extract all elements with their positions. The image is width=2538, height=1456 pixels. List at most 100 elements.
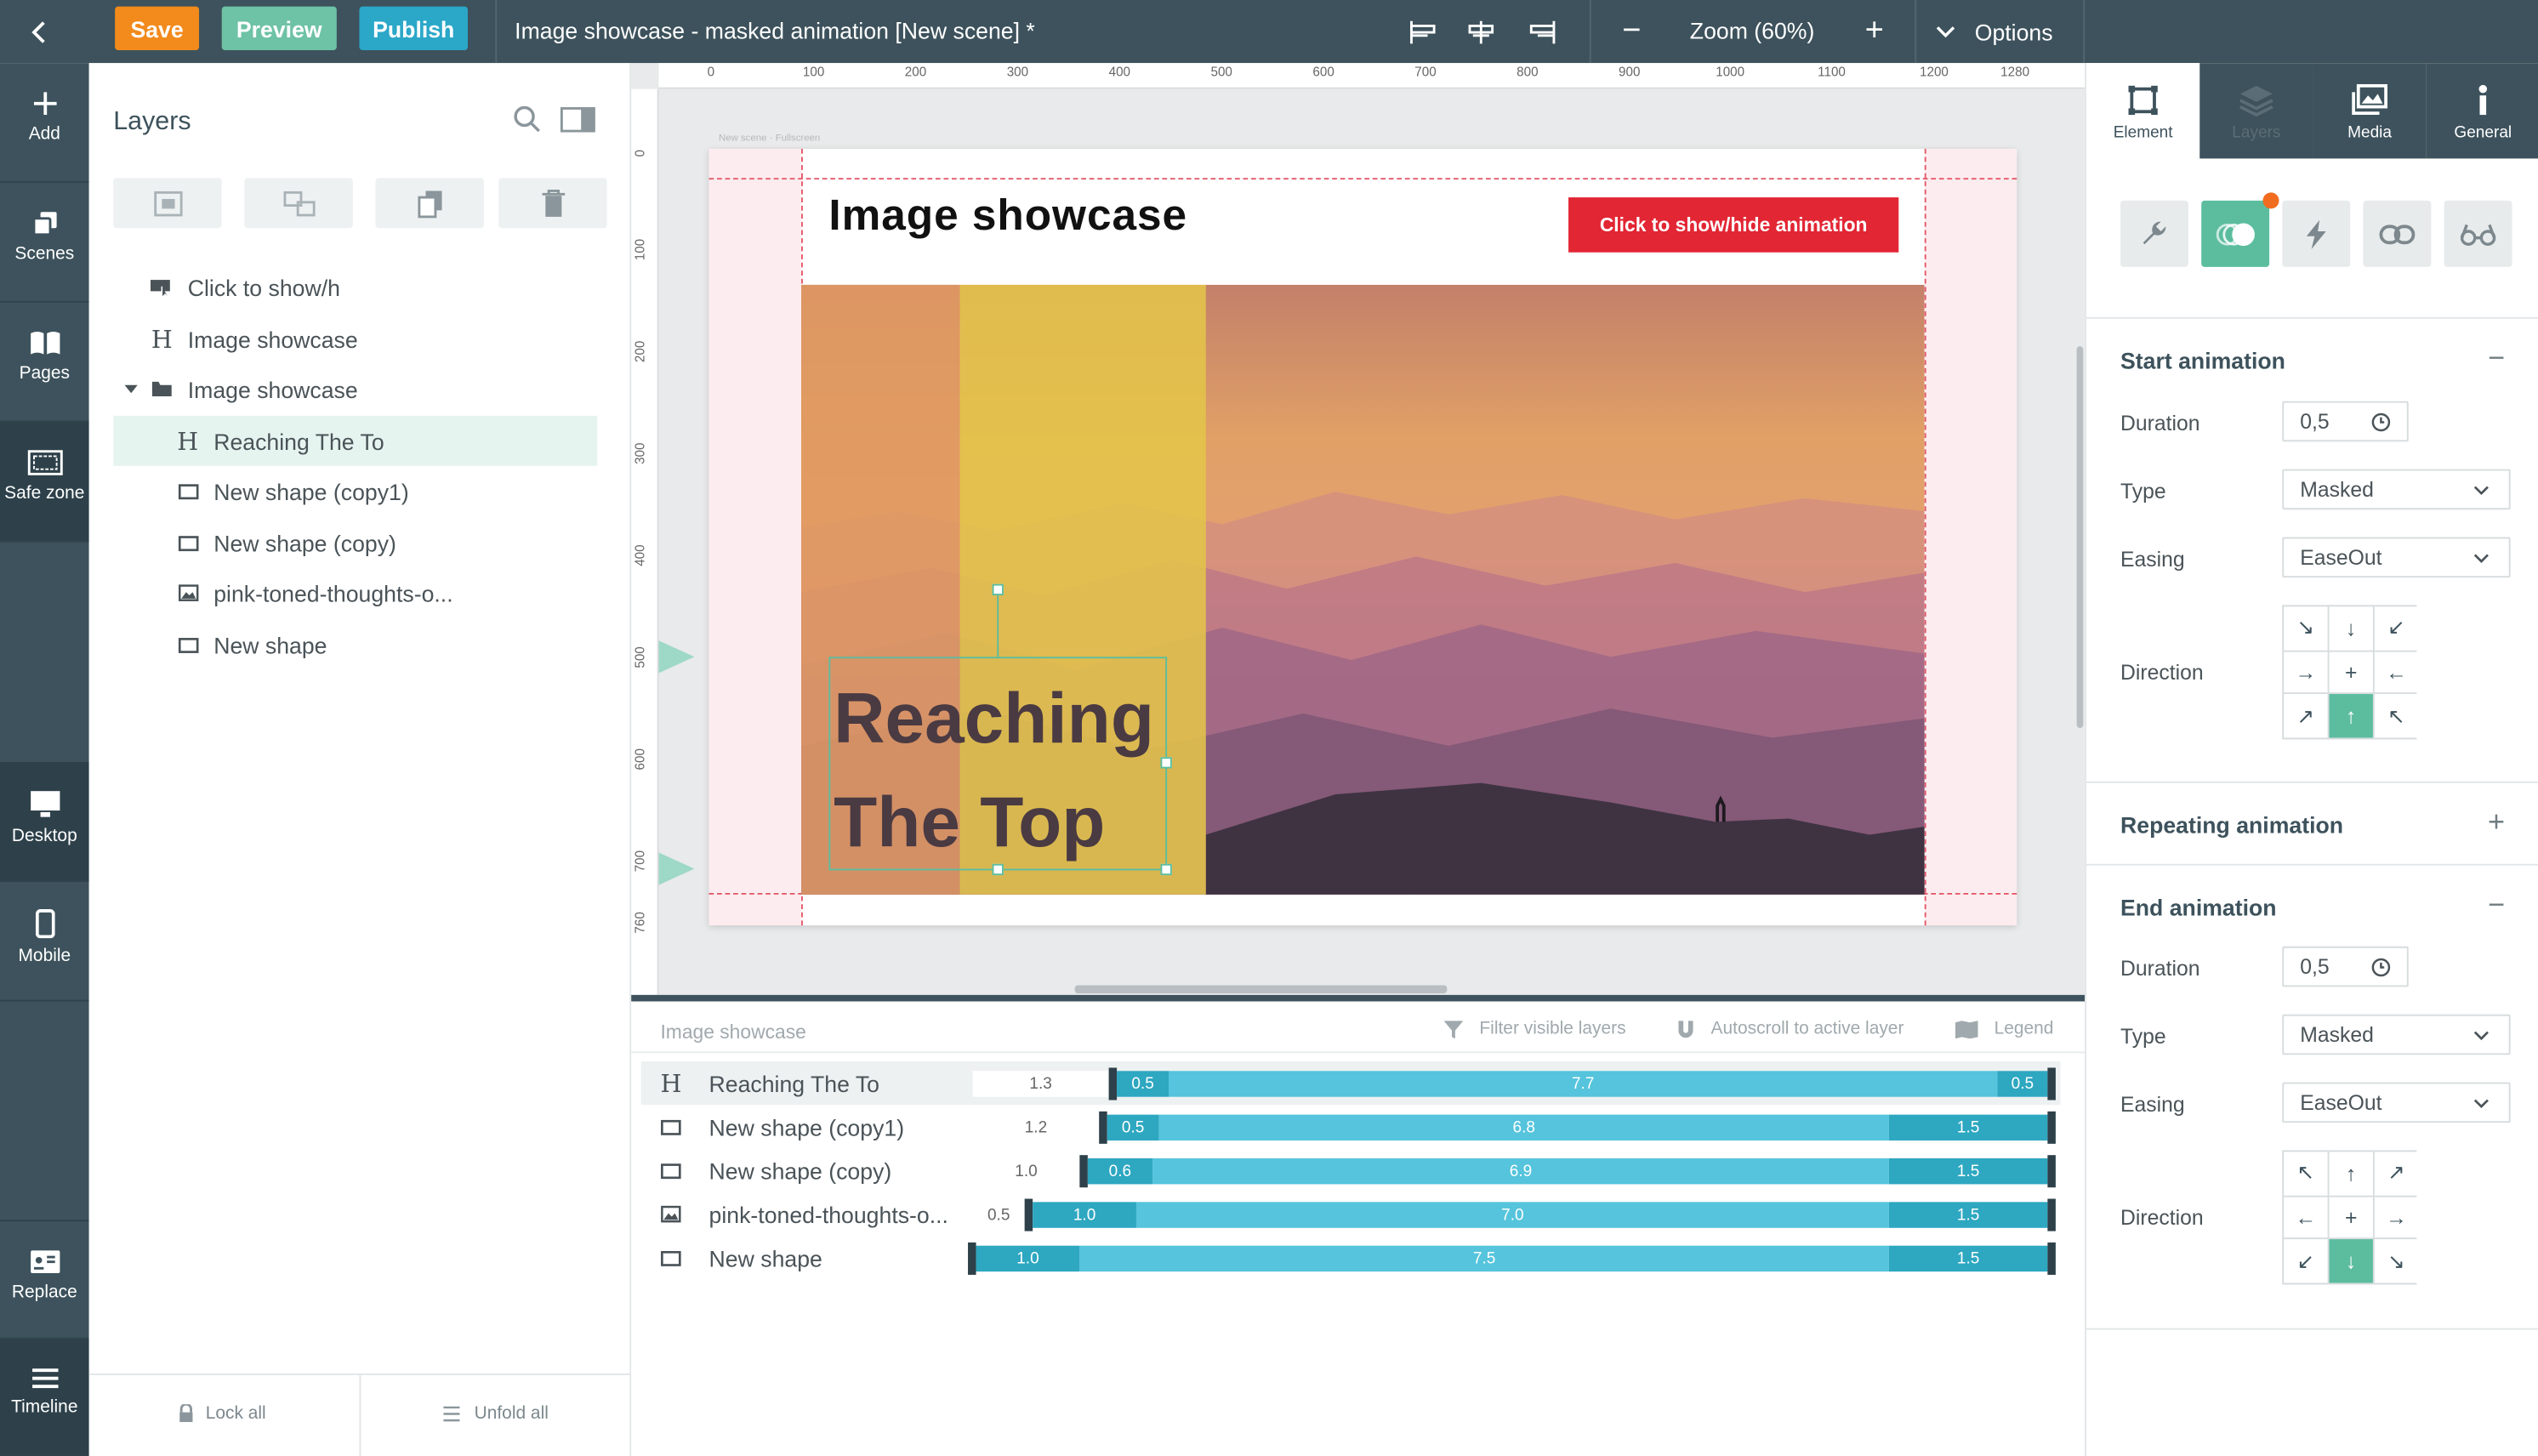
group-button[interactable] <box>113 178 222 229</box>
start-type-select[interactable]: Masked <box>2282 469 2511 510</box>
timeline-track[interactable]: 1.2 0.5 6.8 1.5 <box>972 1105 2077 1148</box>
ungroup-button[interactable] <box>244 178 353 229</box>
direction-arrow-up-left[interactable]: ↖ <box>2284 1152 2328 1196</box>
align-left-button[interactable] <box>1402 0 1443 63</box>
horizontal-scrollbar[interactable] <box>1074 985 1448 993</box>
direction-center[interactable]: + <box>2329 651 2373 693</box>
end-handle[interactable] <box>2047 1198 2056 1231</box>
layer-item[interactable]: New shape (copy) <box>113 518 597 568</box>
timeline-marker-icon[interactable] <box>658 852 695 885</box>
resize-handle[interactable] <box>992 863 1004 876</box>
end-easing-select[interactable]: EaseOut <box>2282 1082 2511 1123</box>
rail-safe-zone[interactable]: Safe zone <box>0 422 89 543</box>
end-handle[interactable] <box>2047 1242 2056 1275</box>
accessibility-tool[interactable] <box>2444 200 2512 267</box>
direction-center[interactable]: + <box>2329 1196 2373 1238</box>
start-animation-segment[interactable]: 0.5 <box>1107 1114 1159 1141</box>
timeline-track[interactable]: 0.5 1.0 7.0 1.5 <box>972 1192 2077 1236</box>
direction-arrow-up[interactable]: ↑ <box>2329 1152 2373 1196</box>
end-type-select[interactable]: Masked <box>2282 1014 2511 1055</box>
rail-replace[interactable]: Replace <box>0 1220 89 1340</box>
animation-tool[interactable] <box>2201 192 2279 267</box>
timeline-row[interactable]: New shape (copy1) 1.2 0.5 6.8 1.5 <box>641 1105 2061 1148</box>
layer-item[interactable]: New shape (copy1) <box>113 466 597 516</box>
delete-button[interactable] <box>498 178 607 229</box>
start-handle[interactable] <box>1024 1198 1033 1231</box>
canvas-area[interactable]: 0 100 200 300 400 500 600 700 800 900 10… <box>631 63 2086 995</box>
start-animation-segment[interactable]: 0.5 <box>1117 1071 1169 1097</box>
visible-segment[interactable]: 7.7 <box>1169 1071 1998 1097</box>
start-handle[interactable] <box>1079 1155 1088 1188</box>
direction-arrow-down[interactable]: ↓ <box>2329 1239 2373 1283</box>
visible-segment[interactable]: 7.0 <box>1135 1202 1889 1228</box>
tab-media[interactable]: Media <box>2313 63 2427 159</box>
resize-handle[interactable] <box>1160 863 1172 876</box>
toggle-panel-button[interactable] <box>560 107 595 141</box>
timeline-track[interactable]: 1.0 0.6 6.9 1.5 <box>972 1149 2077 1192</box>
start-animation-segment[interactable]: 1.0 <box>1033 1202 1136 1228</box>
rail-mobile[interactable]: Mobile <box>0 882 89 1002</box>
timeline-marker-icon[interactable] <box>658 640 695 674</box>
end-animation-segment[interactable]: 1.5 <box>1888 1114 2048 1141</box>
search-button[interactable] <box>513 105 542 143</box>
preview-button[interactable]: Preview <box>221 6 337 50</box>
end-animation-segment[interactable]: 1.5 <box>1888 1157 2048 1185</box>
direction-arrow-right[interactable]: → <box>2284 651 2328 693</box>
layer-item[interactable]: H Image showcase <box>113 314 597 364</box>
filter-visible-layers[interactable]: Filter visible layers <box>1443 1019 1626 1038</box>
align-center-button[interactable] <box>1460 0 1502 63</box>
end-duration-input[interactable]: 0,5 <box>2282 946 2409 987</box>
save-button[interactable]: Save <box>115 6 200 50</box>
timeline-track[interactable]: 1.3 0.5 7.7 0.5 <box>972 1061 2077 1105</box>
direction-arrow-right[interactable]: → <box>2374 1196 2419 1238</box>
rotate-handle[interactable] <box>992 583 1004 596</box>
start-animation-segment[interactable]: 1.0 <box>976 1245 1080 1272</box>
start-handle[interactable] <box>1099 1111 1107 1144</box>
direction-arrow-up[interactable]: ↑ <box>2329 694 2373 738</box>
end-animation-segment[interactable]: 0.5 <box>1997 1071 2048 1097</box>
tab-general[interactable]: General <box>2426 63 2538 159</box>
direction-arrow-up-right[interactable]: ↗ <box>2374 1152 2419 1196</box>
direction-arrow-left[interactable]: ← <box>2284 1196 2328 1238</box>
options-menu[interactable]: Options <box>1936 0 2065 63</box>
rail-timeline[interactable]: Timeline <box>0 1339 89 1456</box>
rail-add[interactable]: Add <box>0 63 89 183</box>
rail-desktop[interactable]: Desktop <box>0 761 89 882</box>
autoscroll-toggle[interactable]: Autoscroll to active layer <box>1677 1019 1904 1038</box>
timeline-track[interactable]: 1.0 7.5 1.5 <box>968 1236 2077 1279</box>
action-tool[interactable] <box>2282 200 2351 267</box>
zoom-out-button[interactable]: − <box>1612 0 1651 63</box>
lock-all-button[interactable]: Lock all <box>178 1404 266 1424</box>
layer-group[interactable]: Image showcase <box>113 364 597 414</box>
expand-repeat-button[interactable]: + <box>2488 805 2505 839</box>
tab-element[interactable]: Element <box>2086 63 2200 159</box>
end-animation-segment[interactable]: 1.5 <box>1888 1245 2048 1272</box>
back-button[interactable] <box>0 0 77 63</box>
zoom-in-button[interactable]: + <box>1855 0 1894 63</box>
direction-arrow-up-left[interactable]: ↖ <box>2374 694 2419 738</box>
direction-arrow-down-left[interactable]: ↙ <box>2374 606 2419 651</box>
collapse-end-button[interactable]: − <box>2488 888 2505 922</box>
direction-arrow-down-right[interactable]: ↘ <box>2284 606 2328 651</box>
visible-segment[interactable]: 6.9 <box>1152 1157 1889 1185</box>
layer-item[interactable]: pink-toned-thoughts-o... <box>113 568 597 618</box>
rail-scenes[interactable]: Scenes <box>0 183 89 303</box>
tab-layers[interactable]: Layers <box>2199 63 2313 159</box>
timeline-row[interactable]: New shape (copy) 1.0 0.6 6.9 1.5 <box>641 1149 2061 1192</box>
direction-arrow-down[interactable]: ↓ <box>2329 606 2373 651</box>
show-hide-animation-button[interactable]: Click to show/hide animation <box>1568 197 1899 253</box>
end-handle[interactable] <box>2047 1067 2056 1101</box>
layer-item[interactable]: Click to show/h <box>113 262 597 312</box>
direction-arrow-up-right[interactable]: ↗ <box>2284 694 2328 738</box>
rail-pages[interactable]: Pages <box>0 303 89 423</box>
start-animation-segment[interactable]: 0.6 <box>1087 1157 1152 1185</box>
timeline-row[interactable]: pink-toned-thoughts-o... 0.5 1.0 7.0 1.5 <box>641 1192 2061 1236</box>
visible-segment[interactable]: 7.5 <box>1079 1245 1889 1272</box>
settings-tool[interactable] <box>2120 200 2188 267</box>
duplicate-button[interactable] <box>375 178 485 229</box>
end-handle[interactable] <box>2047 1111 2056 1144</box>
selected-text-box[interactable]: Reaching The Top <box>828 657 1168 871</box>
heading-text[interactable]: Image showcase <box>828 191 1187 241</box>
direction-arrow-down-left[interactable]: ↙ <box>2284 1239 2328 1283</box>
end-handle[interactable] <box>2047 1155 2056 1188</box>
